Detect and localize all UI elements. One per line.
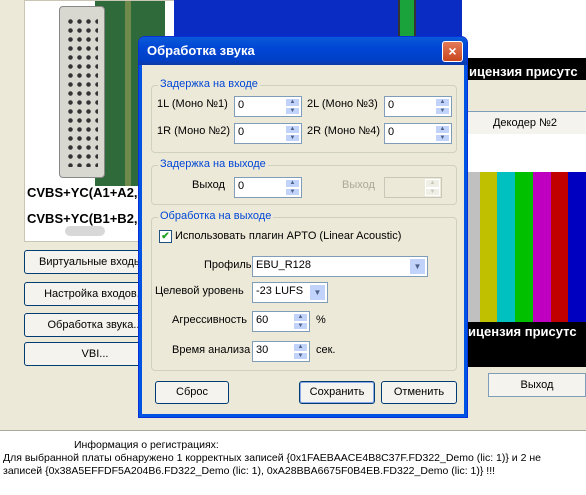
chevron-down-icon[interactable]: ▼ bbox=[309, 284, 326, 301]
dialog-title: Обработка звука bbox=[147, 43, 255, 58]
profile-select[interactable]: EBU_R128 ▼ bbox=[252, 256, 428, 277]
video-preview-bottom: ицензия присутс bbox=[462, 322, 586, 367]
license-overlay: ицензия присутс bbox=[469, 64, 578, 79]
close-icon[interactable]: × bbox=[442, 41, 463, 62]
apto-checkbox[interactable]: ✔ bbox=[159, 230, 172, 243]
output-label: Выход bbox=[192, 179, 225, 191]
board-blob bbox=[65, 226, 105, 236]
spin-down-icon[interactable]: ▼ bbox=[293, 321, 308, 330]
color-bar bbox=[532, 172, 551, 322]
output2-delay-spinner: ▲ ▼ bbox=[384, 177, 442, 198]
input-2r-label: 2R (Моно №4) bbox=[307, 125, 381, 137]
input-2l-label: 2L (Моно №3) bbox=[307, 98, 378, 110]
spin-up-icon: ▲ bbox=[425, 179, 440, 188]
board-input-label: CVBS+YC(B1+B2, bbox=[27, 211, 138, 226]
spin-down-icon[interactable]: ▼ bbox=[435, 133, 450, 142]
analysis-time-spinner[interactable]: 30 ▲ ▼ bbox=[252, 341, 310, 362]
registration-info-panel: Информация о регистрациях: Для выбранной… bbox=[0, 430, 586, 495]
input-delay-group: Задержка на входе 1L (Моно №1) 0 ▲ ▼ 2L (… bbox=[151, 78, 457, 153]
cancel-button[interactable]: Отменить bbox=[381, 381, 457, 404]
save-button[interactable]: Сохранить bbox=[299, 381, 375, 404]
color-bar bbox=[497, 172, 516, 322]
dialog-body: Задержка на входе 1L (Моно №1) 0 ▲ ▼ 2L (… bbox=[143, 65, 463, 413]
input-1r-label: 1R (Моно №2) bbox=[157, 125, 231, 137]
registration-title: Информация о регистрациях: bbox=[74, 439, 219, 451]
chevron-down-icon[interactable]: ▼ bbox=[409, 258, 426, 275]
spin-down-icon[interactable]: ▼ bbox=[293, 351, 308, 360]
profile-label: Профиль bbox=[204, 259, 252, 271]
color-bar bbox=[568, 172, 586, 322]
db-connector bbox=[59, 6, 105, 178]
registration-line: Для выбранной платы обнаружено 1 коррект… bbox=[3, 452, 541, 464]
output2-label: Выход bbox=[342, 179, 375, 191]
input-2r-spinner[interactable]: 0 ▲ ▼ bbox=[384, 123, 452, 144]
output-processing-group: Обработка на выходе ✔ Использовать плаги… bbox=[151, 210, 457, 371]
spin-down-icon[interactable]: ▼ bbox=[435, 106, 450, 115]
input-1l-label: 1L (Моно №1) bbox=[157, 98, 228, 110]
spin-up-icon[interactable]: ▲ bbox=[285, 98, 300, 107]
aggressiveness-spinner[interactable]: 60 ▲ ▼ bbox=[252, 311, 310, 332]
target-level-select[interactable]: -23 LUFS ▼ bbox=[252, 282, 328, 303]
decoder-2-button[interactable]: Декодер №2 bbox=[462, 111, 586, 135]
input-delay-title: Задержка на входе bbox=[158, 78, 260, 90]
preview-strip bbox=[462, 0, 586, 58]
spin-up-icon[interactable]: ▲ bbox=[285, 179, 300, 188]
spin-up-icon[interactable]: ▲ bbox=[435, 125, 450, 134]
output-delay-title: Задержка на выходе bbox=[158, 158, 268, 170]
output-delay-spinner[interactable]: 0 ▲ ▼ bbox=[234, 177, 302, 198]
spin-up-icon[interactable]: ▲ bbox=[293, 313, 308, 322]
apto-checkbox-label: Использовать плагин APTO (Linear Acousti… bbox=[175, 230, 402, 242]
board-input-label: CVBS+YC(A1+A2, bbox=[27, 185, 138, 200]
reset-button[interactable]: Сброс bbox=[155, 381, 229, 404]
input-1l-spinner[interactable]: 0 ▲ ▼ bbox=[234, 96, 302, 117]
color-bars bbox=[462, 172, 586, 322]
color-bar bbox=[550, 172, 569, 322]
audio-processing-dialog: Обработка звука × Задержка на входе 1L (… bbox=[138, 36, 468, 418]
spin-down-icon[interactable]: ▼ bbox=[285, 106, 300, 115]
spin-down-icon: ▼ bbox=[425, 187, 440, 196]
color-bar bbox=[515, 172, 533, 322]
spin-down-icon[interactable]: ▼ bbox=[285, 133, 300, 142]
color-bar bbox=[479, 172, 498, 322]
analysis-time-label: Время анализа bbox=[172, 344, 251, 356]
spin-up-icon[interactable]: ▲ bbox=[285, 125, 300, 134]
spin-up-icon[interactable]: ▲ bbox=[435, 98, 450, 107]
spin-down-icon[interactable]: ▼ bbox=[285, 187, 300, 196]
aggressiveness-label: Агрессивность bbox=[172, 314, 248, 326]
board-pcb-stripe bbox=[125, 1, 131, 186]
output-delay-group: Задержка на выходе Выход 0 ▲ ▼ Выход ▲ ▼ bbox=[151, 158, 457, 205]
dialog-titlebar[interactable]: Обработка звука × bbox=[139, 37, 467, 65]
target-level-label: Целевой уровень bbox=[155, 285, 244, 297]
license-overlay: ицензия присутс bbox=[468, 324, 577, 339]
analysis-time-unit: сек. bbox=[316, 344, 336, 356]
input-1r-spinner[interactable]: 0 ▲ ▼ bbox=[234, 123, 302, 144]
spin-up-icon[interactable]: ▲ bbox=[293, 343, 308, 352]
input-2l-spinner[interactable]: 0 ▲ ▼ bbox=[384, 96, 452, 117]
registration-line: записей {0x38A5EFFDF5A204B6.FD322_Demo (… bbox=[3, 465, 496, 477]
exit-button[interactable]: Выход bbox=[488, 373, 586, 397]
aggressiveness-unit: % bbox=[316, 314, 326, 326]
output-processing-title: Обработка на выходе bbox=[158, 210, 274, 222]
